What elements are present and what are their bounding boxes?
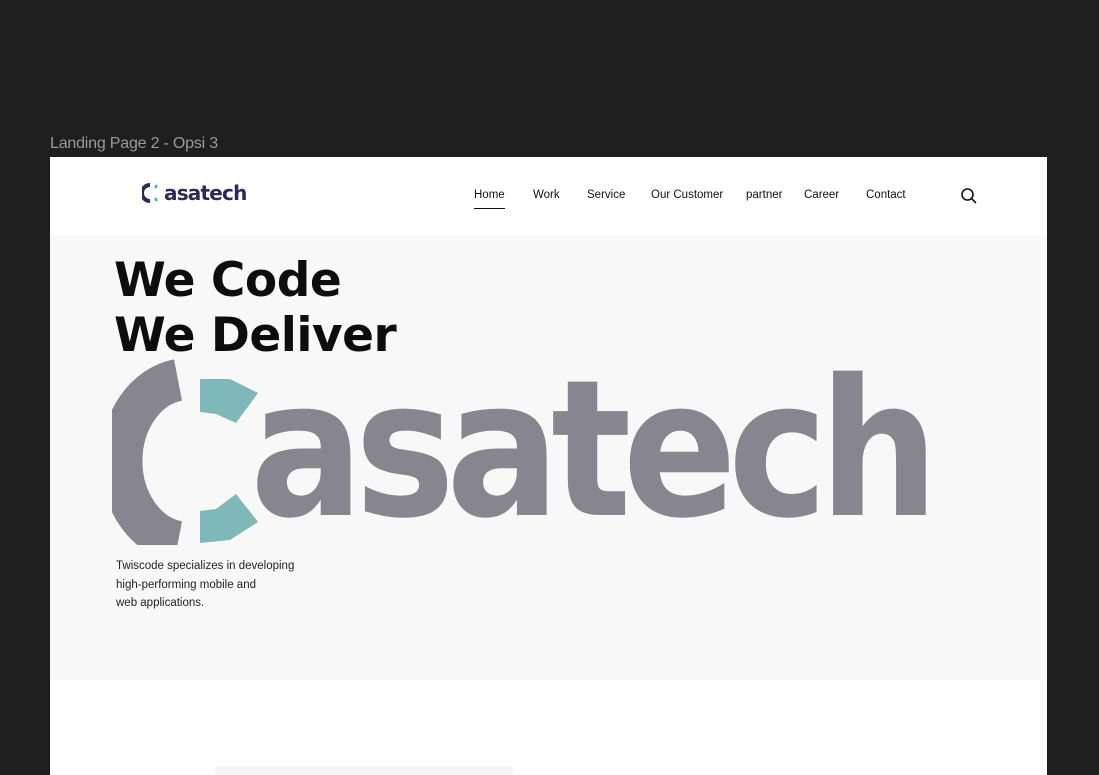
nav-work[interactable]: Work <box>533 189 560 201</box>
nav-partner[interactable]: partner <box>746 189 782 201</box>
description-line-2: high-performing mobile and <box>116 578 256 591</box>
description-line-1: Twiscode specializes in developing <box>116 560 295 572</box>
search-button[interactable] <box>960 187 978 205</box>
nav-home[interactable]: Home <box>474 189 505 209</box>
casatech-logo: asatech <box>112 345 940 545</box>
main-nav: Home Work Service Our Customer partner C… <box>50 189 1047 209</box>
headline-line-1: We Code <box>114 253 342 308</box>
nav-career[interactable]: Career <box>804 189 839 201</box>
hero-description: Twiscode specializes in developing high-… <box>116 557 326 613</box>
logo-c-arc <box>112 359 183 545</box>
navbar: asatech Home Work Service Our Customer p… <box>50 157 1047 235</box>
landing-page-frame: asatech Home Work Service Our Customer p… <box>50 157 1047 775</box>
nav-our-customer[interactable]: Our Customer <box>651 189 723 201</box>
nav-contact[interactable]: Contact <box>866 189 906 201</box>
frame-title[interactable]: Landing Page 2 - Opsi 3 <box>50 135 218 153</box>
logo-wordmark: asatech <box>250 345 930 545</box>
section-placeholder <box>215 766 513 774</box>
hero-section: We Code We Deliver asatech Twiscode spec… <box>50 235 1047 680</box>
next-section <box>50 680 1047 775</box>
search-icon <box>961 188 977 204</box>
nav-service[interactable]: Service <box>587 189 625 201</box>
description-line-3: web applications. <box>116 597 205 609</box>
